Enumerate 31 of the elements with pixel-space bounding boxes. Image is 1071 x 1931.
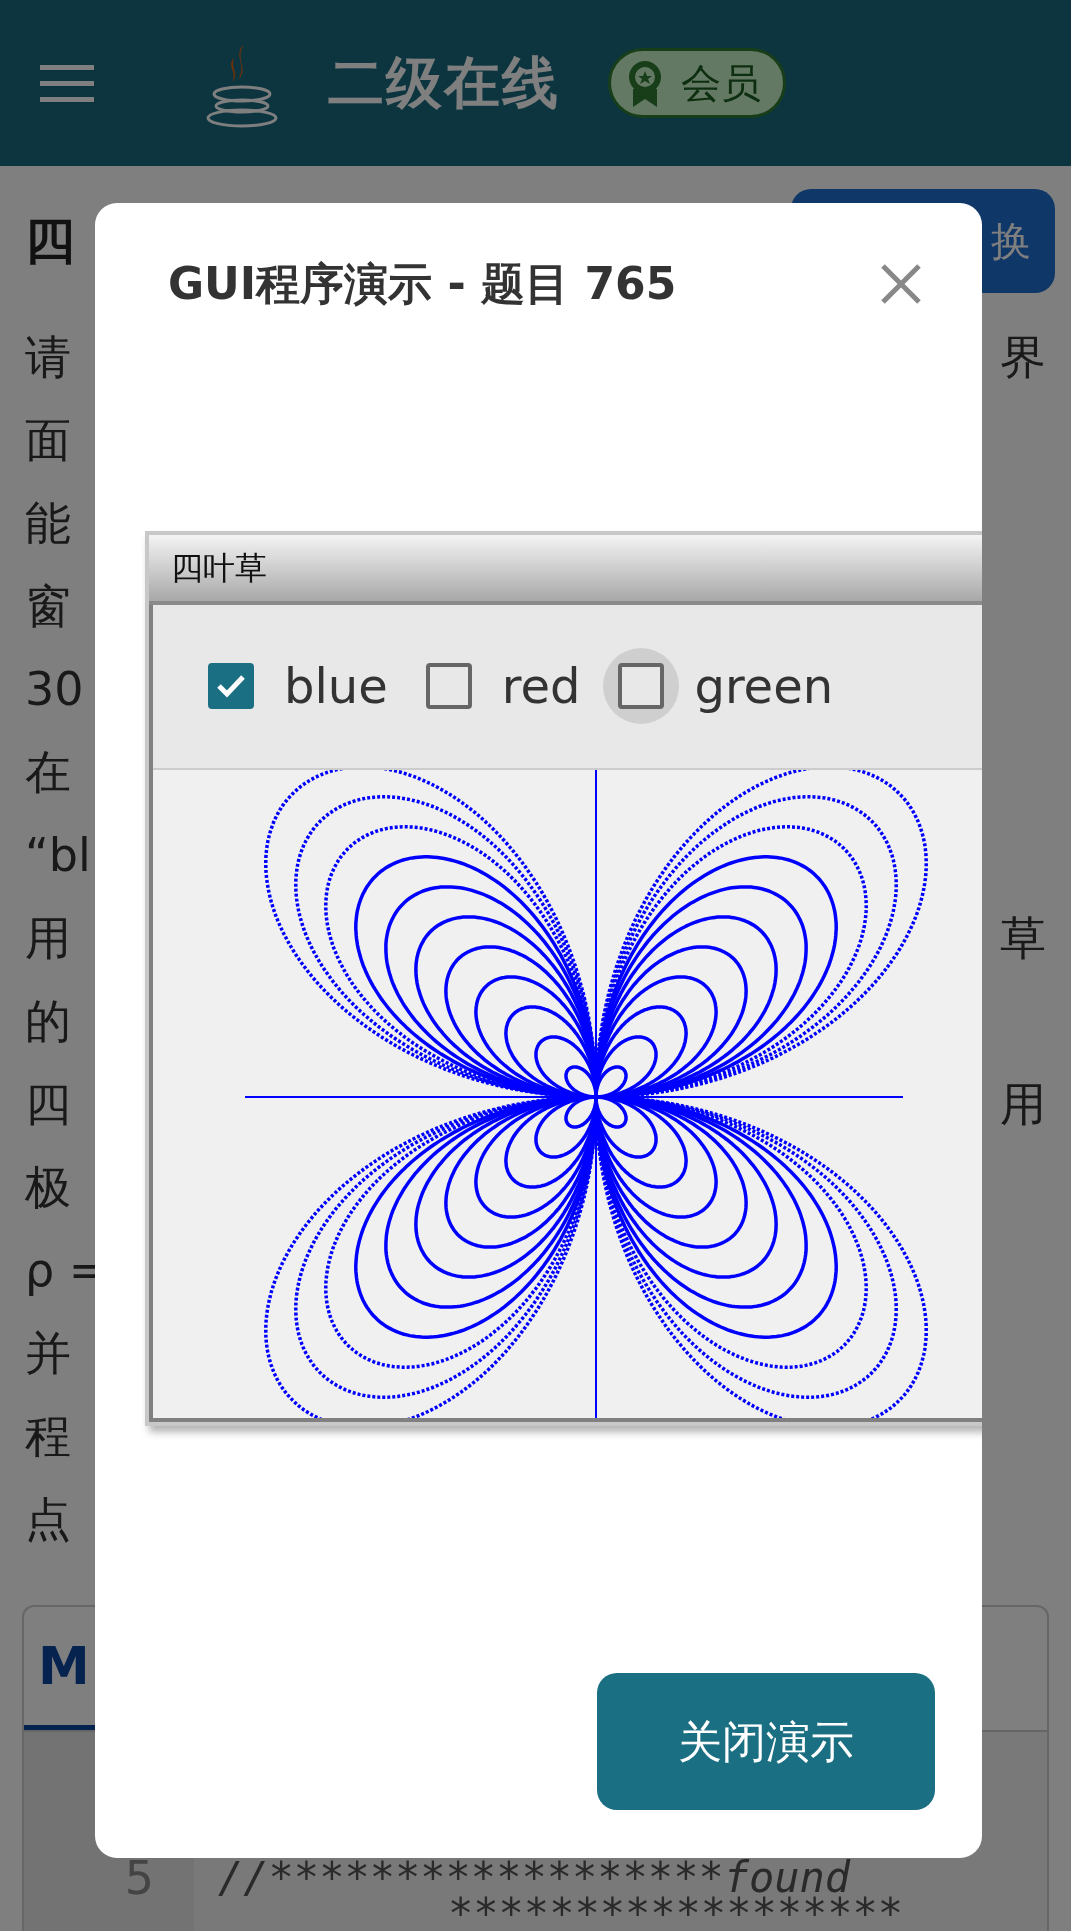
body-text: 用 <box>25 910 71 967</box>
code-line: //******************found <box>218 1860 851 1896</box>
page-title: 四 <box>25 210 75 272</box>
body-text: 点 <box>25 1491 71 1548</box>
body-text: 窗 <box>25 578 71 635</box>
body-text: 界 <box>1000 329 1046 386</box>
body-text: 的 <box>25 993 71 1050</box>
body-text: 四 <box>25 1076 71 1133</box>
body-text: 在 <box>25 744 71 801</box>
checkbox-label: green <box>694 657 834 717</box>
body-text: 能 <box>25 495 71 552</box>
body-text: 面 <box>25 412 71 469</box>
menu-icon[interactable] <box>40 64 94 102</box>
member-badge[interactable]: 会员 <box>608 48 786 118</box>
checkbox-label: red <box>501 657 581 717</box>
close-icon <box>880 263 922 306</box>
body-text: 请 <box>25 329 71 386</box>
body-text: 30 <box>25 661 84 718</box>
body-text: 程 <box>25 1408 71 1465</box>
window-title: 四叶草 <box>171 547 267 589</box>
body-text: 并 <box>25 1325 71 1382</box>
close-button[interactable] <box>880 263 922 306</box>
body-text: 极 <box>25 1159 71 1216</box>
site-title: 二级在线 <box>328 49 560 117</box>
code-line: ****************** <box>448 1896 904 1931</box>
close-demo-button[interactable]: 关闭演示 <box>597 1673 935 1810</box>
body-text: 用 <box>1000 1076 1046 1133</box>
body-text: “bl <box>25 827 91 884</box>
body-text: 草 <box>1000 910 1046 967</box>
checkbox-label: blue <box>284 657 388 717</box>
modal-title: GUI程序演示 - 题目 765 <box>168 258 677 311</box>
